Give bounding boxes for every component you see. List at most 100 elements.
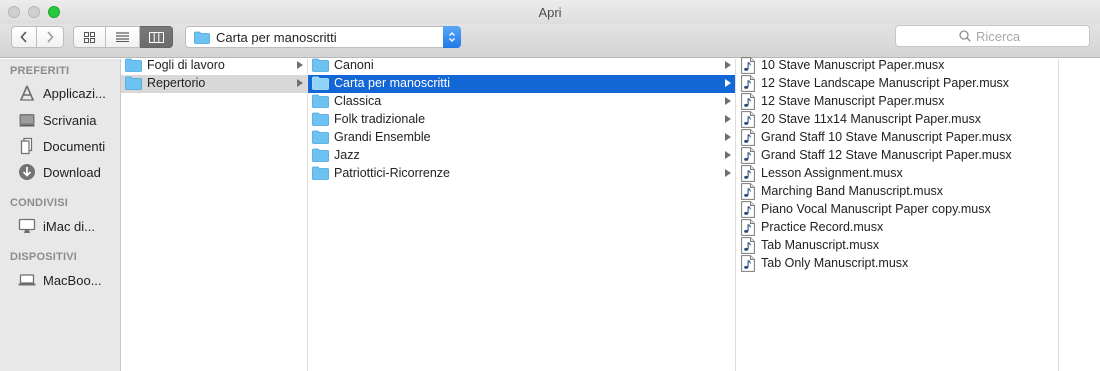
file-label: Practice Record.musx [761,220,884,234]
list-icon [116,32,129,42]
icon-view-button[interactable] [73,26,106,48]
grid-icon [84,31,95,43]
file-label: Grand Staff 10 Stave Manuscript Paper.mu… [761,130,1012,144]
path-label: Carta per manoscritti [216,29,337,45]
item-label: Carta per manoscritti [334,76,451,90]
list-item[interactable]: Repertorio [121,75,307,93]
list-item[interactable]: Classica [308,93,735,111]
sidebar-item-label: Download [43,164,101,180]
list-item[interactable]: Fogli di lavoro [121,57,307,75]
folder-icon [312,112,329,126]
sidebar-heading-devices: DISPOSITIVI [10,251,77,263]
window-title: Apri [538,4,562,20]
item-label: Repertorio [147,76,206,90]
browser-column-2: Canoni Carta per manoscritti Classica Fo… [308,57,736,371]
search-field[interactable] [895,25,1090,47]
path-popup[interactable]: Carta per manoscritti [185,26,461,48]
zoom-window-button[interactable] [48,6,60,18]
applications-icon [17,83,37,103]
back-button[interactable] [11,26,37,48]
download-icon [17,162,37,182]
music-file-icon [741,129,755,149]
folder-icon [312,148,329,162]
music-file-icon [741,57,755,77]
search-icon [959,30,971,42]
music-file-icon [741,111,755,131]
file-label: Marching Band Manuscript.musx [761,184,944,198]
browser-column-4 [1059,59,1100,371]
sidebar-item-label: Documenti [43,138,106,154]
list-item[interactable]: Grandi Ensemble [308,129,735,147]
desktop-icon [17,110,37,130]
file-item[interactable]: Lesson Assignment.musx [736,165,1058,183]
title-bar: Apri [0,0,1100,24]
file-item[interactable]: Practice Record.musx [736,219,1058,237]
imac-icon [17,216,37,236]
file-label: 12 Stave Manuscript Paper.musx [761,94,945,108]
music-file-icon [741,255,755,275]
list-item[interactable]: Jazz [308,147,735,165]
sidebar: PREFERITI Applicazi... Scrivania Documen… [0,59,121,371]
sidebar-item-documents[interactable]: Documenti [17,135,117,157]
folder-icon [125,58,142,72]
file-item[interactable]: Piano Vocal Manuscript Paper copy.musx [736,201,1058,219]
file-label: Tab Only Manuscript.musx [761,256,909,270]
folder-icon [194,31,210,44]
disclosure-arrow-icon [297,79,303,87]
file-item[interactable]: Marching Band Manuscript.musx [736,183,1058,201]
item-label: Canoni [334,58,374,72]
minimize-window-button[interactable] [28,6,40,18]
music-file-icon [741,93,755,113]
sidebar-item-downloads[interactable]: Download [17,161,117,183]
sidebar-item-label: iMac di... [43,218,96,234]
list-item[interactable]: Carta per manoscritti [308,75,735,93]
file-item[interactable]: 10 Stave Manuscript Paper.musx [736,57,1058,75]
file-item[interactable]: Tab Manuscript.musx [736,237,1058,255]
list-item[interactable]: Canoni [308,57,735,75]
close-window-button[interactable] [8,6,20,18]
disclosure-arrow-icon [725,169,731,177]
music-file-icon [741,237,755,257]
column-view-button[interactable] [140,26,173,48]
columns-icon [148,31,164,43]
sidebar-heading-shared: CONDIVISI [10,197,69,209]
search-input[interactable] [976,28,1026,44]
disclosure-arrow-icon [297,61,303,69]
sidebar-item-imac[interactable]: iMac di... [17,215,117,237]
disclosure-arrow-icon [725,79,731,87]
folder-icon [312,58,329,72]
list-item[interactable]: Patriottici-Ricorrenze [308,165,735,183]
file-item[interactable]: Tab Only Manuscript.musx [736,255,1058,273]
folder-icon [312,94,329,108]
documents-icon [17,136,37,156]
sidebar-item-desktop[interactable]: Scrivania [17,109,117,131]
disclosure-arrow-icon [725,151,731,159]
toolbar: Carta per manoscritti [0,24,1100,58]
chevron-right-icon [47,31,54,43]
item-label: Jazz [334,148,360,162]
music-file-icon [741,201,755,221]
chevron-left-icon [20,31,27,43]
file-item[interactable]: 20 Stave 11x14 Manuscript Paper.musx [736,111,1058,129]
window-controls [8,6,60,18]
music-file-icon [741,75,755,95]
sidebar-item-macbook[interactable]: MacBoo... [17,269,117,291]
sidebar-heading-favorites: PREFERITI [10,65,70,77]
list-view-button[interactable] [106,26,140,48]
item-label: Classica [334,94,382,108]
forward-button[interactable] [37,26,64,48]
file-label: Piano Vocal Manuscript Paper copy.musx [761,202,991,216]
list-item[interactable]: Folk tradizionale [308,111,735,129]
file-label: 12 Stave Landscape Manuscript Paper.musx [761,76,1010,90]
file-item[interactable]: 12 Stave Manuscript Paper.musx [736,93,1058,111]
item-label: Grandi Ensemble [334,130,431,144]
music-file-icon [741,219,755,239]
sidebar-item-applications[interactable]: Applicazi... [17,82,117,104]
file-item[interactable]: 12 Stave Landscape Manuscript Paper.musx [736,75,1058,93]
music-file-icon [741,183,755,203]
path-stepper[interactable] [443,26,461,48]
item-label: Folk tradizionale [334,112,426,126]
file-item[interactable]: Grand Staff 10 Stave Manuscript Paper.mu… [736,129,1058,147]
file-item[interactable]: Grand Staff 12 Stave Manuscript Paper.mu… [736,147,1058,165]
sidebar-item-label: Applicazi... [43,85,106,101]
